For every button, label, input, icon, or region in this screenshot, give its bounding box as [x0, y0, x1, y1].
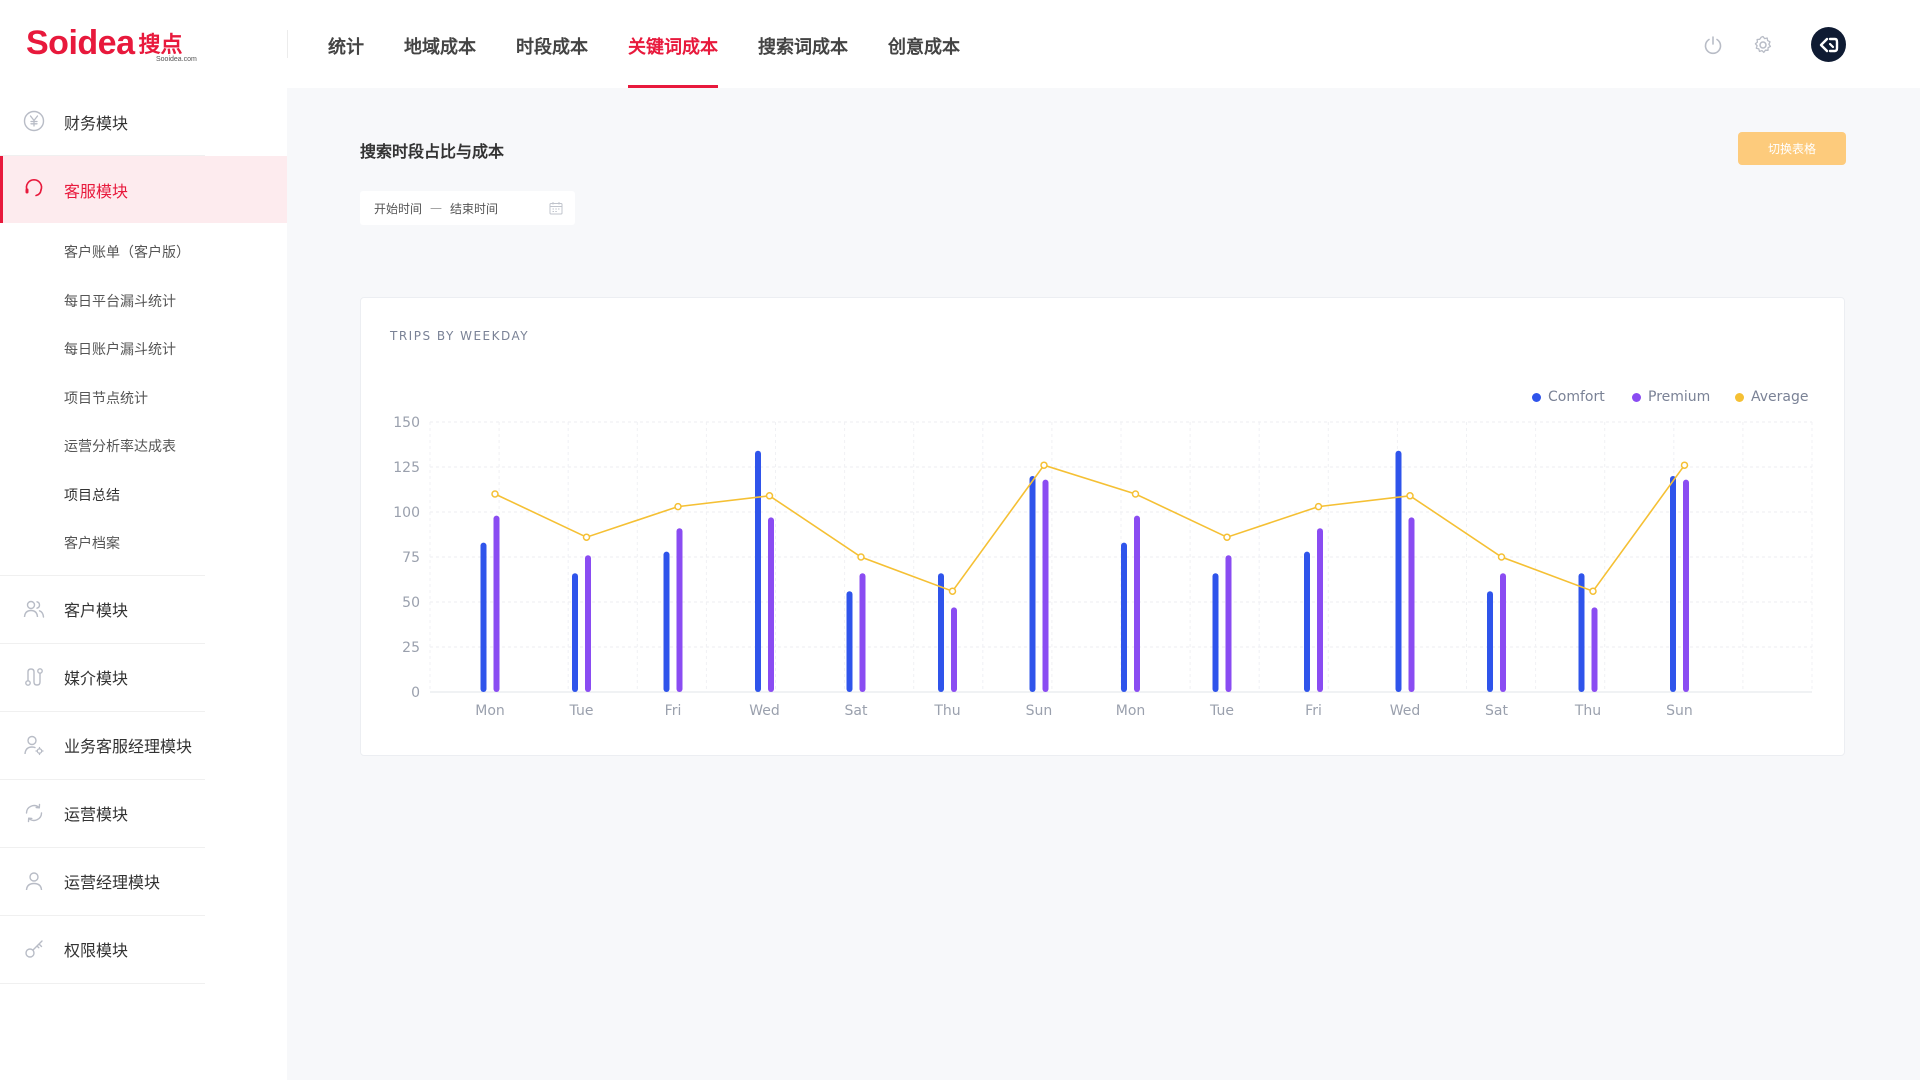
- bar-premium: [1683, 479, 1689, 692]
- point-average: [765, 492, 774, 500]
- x-tick-label: Sun: [1026, 703, 1053, 719]
- x-tick-label: Fri: [1305, 703, 1322, 719]
- trips-by-weekday-chart: 0 25 50 75 100 125 150 Mon Tue Fri Wed Sat Thu Sun Mon…: [393, 415, 1813, 719]
- bar-comfort: [938, 573, 944, 692]
- bar-premium: [1500, 573, 1506, 692]
- y-tick-label: 25: [402, 640, 420, 656]
- bar-comfort: [663, 551, 670, 692]
- point-average: [1223, 533, 1231, 541]
- bar-premium: [1225, 555, 1232, 692]
- bar-premium: [1042, 479, 1049, 692]
- x-tick-label: Sat: [845, 703, 868, 719]
- bar-comfort: [846, 591, 853, 692]
- bar-comfort: [1029, 476, 1036, 692]
- x-tick-label: Fri: [665, 703, 682, 719]
- line-average: [494, 464, 1686, 593]
- x-tick-label: Thu: [1574, 703, 1601, 719]
- y-tick-label: 150: [393, 415, 420, 431]
- bar-comfort: [1578, 573, 1585, 692]
- y-tick-label: 0: [411, 685, 420, 701]
- x-tick-label: Mon: [475, 703, 505, 719]
- point-average: [948, 587, 957, 595]
- point-average: [1680, 461, 1689, 469]
- x-tick-label: Sun: [1666, 703, 1693, 719]
- x-tick-label: Thu: [933, 703, 960, 719]
- bar-comfort: [1212, 573, 1219, 692]
- x-tick-label: Tue: [569, 703, 594, 719]
- bar-premium: [585, 555, 591, 692]
- point-average: [674, 502, 682, 511]
- point-average: [1314, 502, 1323, 511]
- x-tick-label: Wed: [749, 703, 780, 719]
- point-average: [1589, 587, 1597, 595]
- point-average: [1497, 553, 1506, 561]
- bar-premium: [951, 607, 957, 692]
- bar-premium: [1134, 515, 1140, 692]
- y-tick-label: 100: [393, 505, 420, 521]
- point-average: [582, 533, 591, 541]
- bar-comfort: [1670, 476, 1676, 692]
- point-average: [857, 553, 865, 561]
- bar-comfort: [1395, 450, 1402, 692]
- y-tick-label: 125: [393, 460, 420, 476]
- bar-comfort: [1121, 542, 1127, 692]
- y-tick-label: 50: [402, 595, 420, 611]
- bar-premium: [768, 517, 774, 692]
- x-tick-label: Tue: [1209, 703, 1234, 719]
- bar-comfort: [572, 573, 578, 692]
- point-average: [1040, 461, 1048, 469]
- bar-comfort: [755, 450, 761, 692]
- bar-comfort: [1304, 551, 1310, 692]
- bar-comfort: [1487, 591, 1493, 692]
- bar-premium: [1317, 528, 1323, 692]
- x-tick-label: Wed: [1390, 703, 1421, 719]
- x-tick-label: Sat: [1485, 703, 1508, 719]
- point-average: [1131, 490, 1140, 498]
- bar-premium: [493, 515, 500, 692]
- bar-premium: [1408, 517, 1415, 692]
- point-average: [491, 490, 499, 498]
- bar-premium: [859, 573, 866, 692]
- bar-premium: [676, 528, 683, 692]
- point-average: [1406, 492, 1414, 500]
- x-tick-label: Mon: [1116, 703, 1146, 719]
- bar-comfort: [480, 542, 487, 692]
- y-tick-label: 75: [402, 550, 420, 566]
- bar-premium: [1591, 607, 1598, 692]
